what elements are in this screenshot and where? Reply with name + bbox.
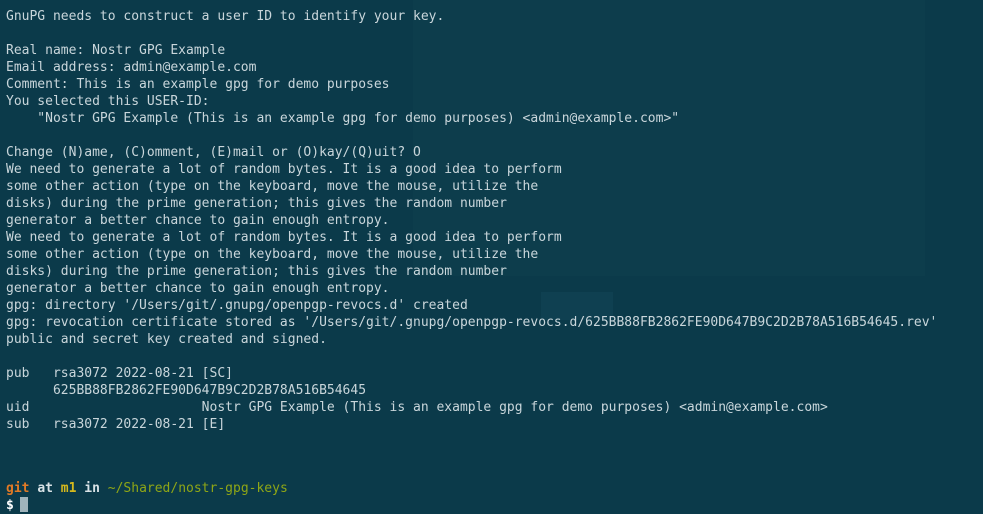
shell-prompt: git at m1 in ~/Shared/nostr-gpg-keys: [6, 480, 288, 497]
terminal-line: We need to generate a lot of random byte…: [6, 162, 562, 177]
terminal-line: We need to generate a lot of random byte…: [6, 230, 562, 245]
terminal-window[interactable]: GnuPG needs to construct a user ID to id…: [0, 0, 983, 514]
terminal-line: Real name: Nostr GPG Example: [6, 43, 226, 58]
terminal-line: sub rsa3072 2022-08-21 [E]: [6, 417, 226, 432]
terminal-line: disks) during the prime generation; this…: [6, 264, 507, 279]
terminal-line: some other action (type on the keyboard,…: [6, 179, 539, 194]
terminal-line: public and secret key created and signed…: [6, 332, 327, 347]
terminal-output: GnuPG needs to construct a user ID to id…: [6, 0, 983, 467]
terminal-line: Email address: admin@example.com: [6, 60, 257, 75]
terminal-line: some other action (type on the keyboard,…: [6, 247, 539, 262]
terminal-line: gpg: directory '/Users/git/.gnupg/openpg…: [6, 298, 468, 313]
terminal-line: generator a better chance to gain enough…: [6, 281, 390, 296]
terminal-line: Comment: This is an example gpg for demo…: [6, 77, 390, 92]
terminal-line: 625BB88FB2862FE90D647B9C2D2B78A516B54645: [6, 383, 367, 398]
terminal-line: disks) during the prime generation; this…: [6, 196, 507, 211]
prompt-branch: m1: [60, 481, 77, 496]
prompt-in: in: [84, 481, 100, 496]
prompt-path: ~/Shared/nostr-gpg-keys: [107, 481, 288, 496]
terminal-line: Change (N)ame, (C)omment, (E)mail or (O)…: [6, 145, 421, 160]
terminal-line: You selected this USER-ID:: [6, 94, 210, 109]
terminal-line: "Nostr GPG Example (This is an example g…: [6, 111, 680, 126]
terminal-line: gpg: revocation certificate stored as '/…: [6, 315, 938, 330]
terminal-line: GnuPG needs to construct a user ID to id…: [6, 9, 445, 24]
terminal-line: generator a better chance to gain enough…: [6, 213, 390, 228]
text-cursor[interactable]: [19, 497, 28, 512]
prompt-symbol: $: [6, 498, 14, 513]
prompt-at: at: [37, 481, 53, 496]
command-line[interactable]: $: [6, 497, 28, 514]
prompt-user: git: [6, 481, 30, 496]
terminal-line: pub rsa3072 2022-08-21 [SC]: [6, 366, 233, 381]
terminal-line: uid Nostr GPG Example (This is an exampl…: [6, 400, 828, 415]
